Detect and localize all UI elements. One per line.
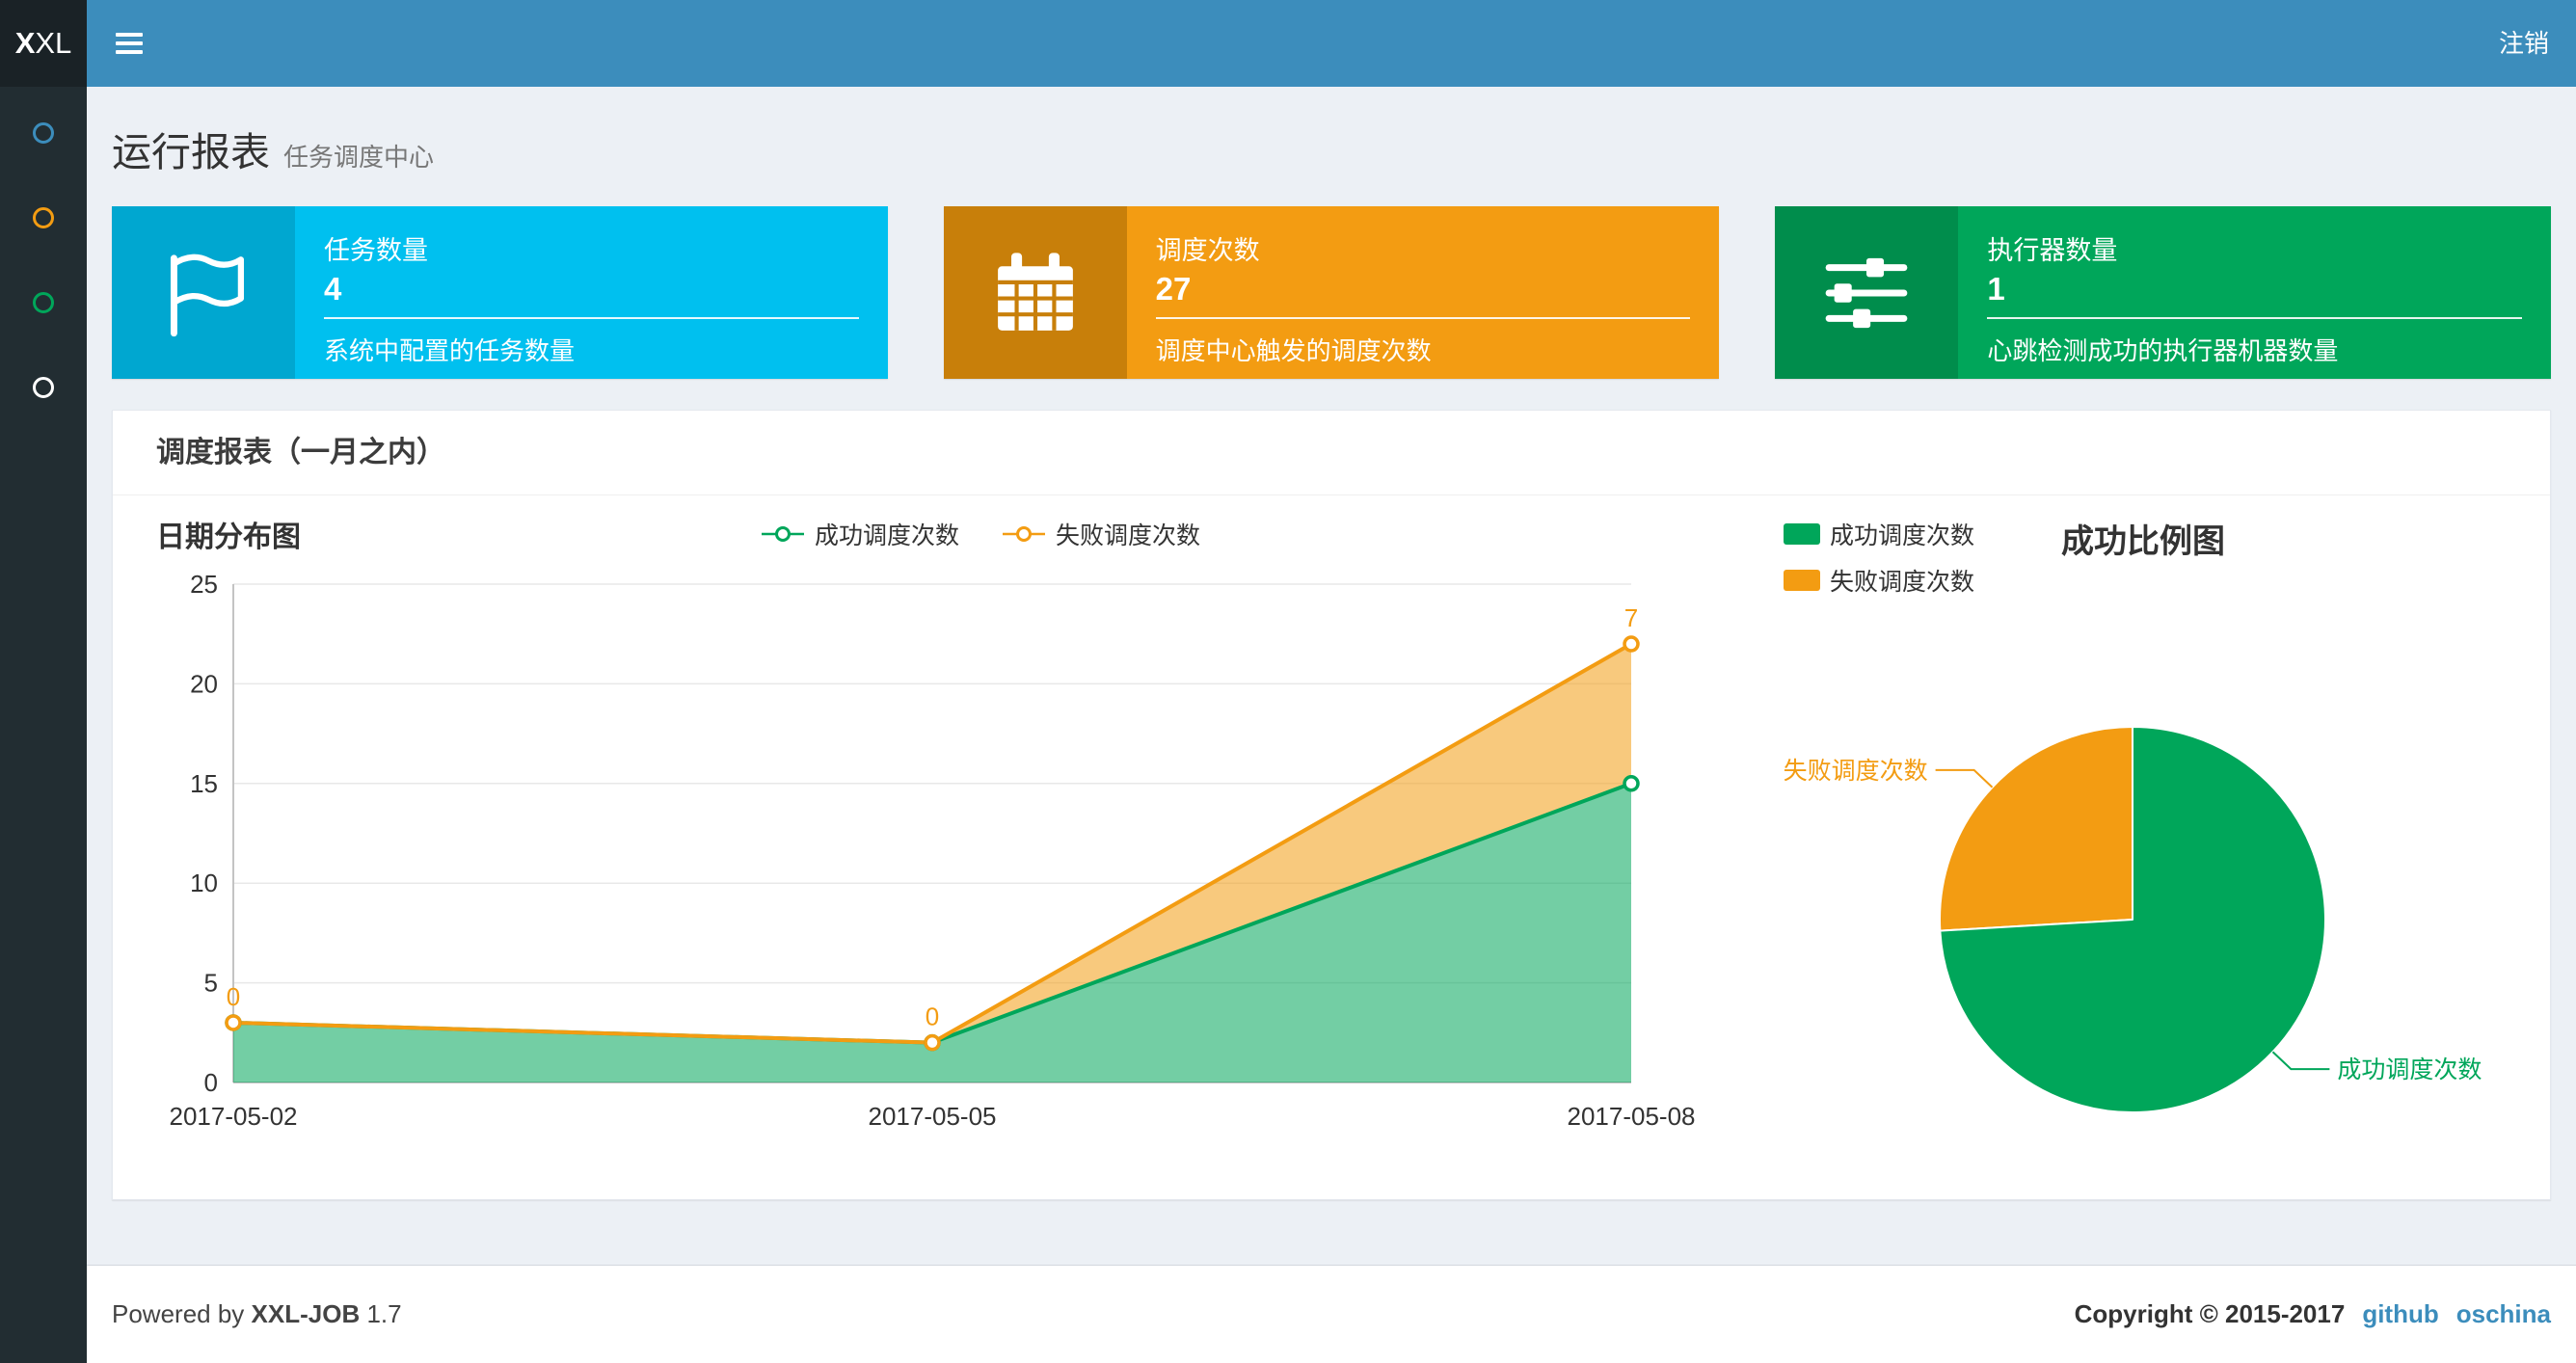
copyright: Copyright © 2015-2017 bbox=[2074, 1299, 2346, 1328]
legend-label: 失败调度次数 bbox=[1056, 522, 1201, 549]
hamburger-icon bbox=[116, 50, 143, 54]
info-box-divider bbox=[1155, 317, 1691, 319]
svg-text:15: 15 bbox=[190, 769, 218, 798]
info-box-row: 任务数量 4 系统中配置的任务数量 调度次数 27 调度中心触发的调度次数 执行… bbox=[87, 206, 2576, 379]
svg-text:2017-05-02: 2017-05-02 bbox=[170, 1102, 298, 1131]
info-box-content: 执行器数量 1 心跳检测成功的执行器机器数量 bbox=[1958, 206, 2551, 379]
svg-text:2017-05-05: 2017-05-05 bbox=[869, 1102, 997, 1131]
svg-text:20: 20 bbox=[190, 669, 218, 698]
info-box-executors: 执行器数量 1 心跳检测成功的执行器机器数量 bbox=[1775, 206, 2552, 379]
pie-legend-item-success[interactable]: 成功调度次数 bbox=[1784, 517, 1974, 551]
info-box-description: 调度中心触发的调度次数 bbox=[1155, 336, 1432, 365]
info-box-description: 系统中配置的任务数量 bbox=[324, 336, 576, 365]
page-subtitle: 任务调度中心 bbox=[283, 143, 435, 172]
legend-item-success[interactable]: 成功调度次数 bbox=[761, 517, 959, 551]
line-chart-title: 日期分布图 bbox=[156, 521, 301, 553]
svg-text:成功调度次数: 成功调度次数 bbox=[2337, 1056, 2482, 1083]
powered-prefix: Powered by bbox=[112, 1299, 245, 1328]
info-box-content: 任务数量 4 系统中配置的任务数量 bbox=[295, 206, 888, 379]
info-box-value: 1 bbox=[1987, 271, 2005, 307]
github-link[interactable]: github bbox=[2362, 1299, 2438, 1329]
legend-label: 成功调度次数 bbox=[814, 522, 959, 549]
panel-body: 日期分布图 成功调度次数 失败调度次数 0 5 10 15 20 25 2017… bbox=[113, 495, 2550, 1199]
logout-link[interactable]: 注销 bbox=[2472, 0, 2576, 87]
svg-text:10: 10 bbox=[190, 869, 218, 897]
info-box-value: 4 bbox=[324, 271, 342, 307]
info-box-title: 调度次数 bbox=[1155, 236, 1260, 265]
copyright-section: Copyright © 2015-2017 github oschina bbox=[2075, 1299, 2551, 1329]
legend-label: 成功调度次数 bbox=[1830, 522, 1975, 549]
legend-label: 失败调度次数 bbox=[1830, 569, 1975, 596]
line-chart-legend: 成功调度次数 失败调度次数 bbox=[301, 517, 1660, 551]
hamburger-icon bbox=[116, 41, 143, 45]
info-box-description: 心跳检测成功的执行器机器数量 bbox=[1987, 336, 2339, 365]
svg-text:失败调度次数: 失败调度次数 bbox=[1784, 758, 1928, 785]
report-panel: 调度报表（一月之内） 日期分布图 成功调度次数 失败调度次数 0 5 10 15… bbox=[112, 410, 2551, 1200]
sidebar-item-circle-icon[interactable] bbox=[33, 207, 54, 228]
svg-text:0: 0 bbox=[227, 982, 240, 1011]
navbar: X XL 注销 bbox=[0, 0, 2576, 87]
svg-text:7: 7 bbox=[1624, 603, 1638, 632]
page-title: 运行报表 bbox=[112, 130, 270, 174]
svg-text:0: 0 bbox=[926, 1002, 939, 1031]
hamburger-icon bbox=[116, 33, 143, 37]
app-logo-bold: X bbox=[14, 26, 36, 60]
app-logo[interactable]: X XL bbox=[0, 0, 87, 87]
line-chart-section: 日期分布图 成功调度次数 失败调度次数 0 5 10 15 20 25 2017… bbox=[156, 515, 1696, 1161]
info-box-divider bbox=[324, 317, 859, 319]
sidebar-menu bbox=[0, 87, 87, 398]
app-name: XXL-JOB bbox=[251, 1299, 361, 1328]
sidebar bbox=[0, 87, 87, 1363]
sliders-icon bbox=[1775, 206, 1959, 379]
page-header: 运行报表 任务调度中心 bbox=[87, 87, 2576, 177]
powered-by: Powered by XXL-JOB 1.7 bbox=[112, 1299, 402, 1329]
line-legend-marker-icon bbox=[761, 526, 804, 542]
panel-header: 调度报表（一月之内） bbox=[113, 411, 2550, 495]
pie-legend-item-fail[interactable]: 失败调度次数 bbox=[1784, 563, 1974, 598]
pie-chart-legend: 成功调度次数 失败调度次数 bbox=[1784, 517, 1974, 598]
main-content: 运行报表 任务调度中心 任务数量 4 系统中配置的任务数量 调度次数 27 调度… bbox=[87, 87, 2576, 1363]
line-legend-marker-icon bbox=[1003, 526, 1045, 542]
info-box-content: 调度次数 27 调度中心触发的调度次数 bbox=[1127, 206, 1720, 379]
panel-title: 调度报表（一月之内） bbox=[156, 437, 445, 468]
line-chart: 05101520252017-05-02 2017-05-05 2017-05-08… bbox=[170, 570, 1696, 1131]
pie-chart-section: 成功调度次数 失败调度次数 成功比例图 失败调度次数 成功调度次数 bbox=[1660, 515, 2521, 1161]
calendar-icon bbox=[943, 206, 1127, 379]
svg-text:0: 0 bbox=[204, 1068, 218, 1097]
menu-toggle-button[interactable] bbox=[87, 0, 172, 87]
pie-chart-title: 成功比例图 bbox=[2061, 523, 2226, 560]
legend-item-fail[interactable]: 失败调度次数 bbox=[1002, 517, 1200, 551]
legend-swatch-icon bbox=[1784, 523, 1820, 545]
svg-text:25: 25 bbox=[190, 570, 218, 599]
sidebar-item-circle-icon[interactable] bbox=[33, 122, 54, 144]
info-box-divider bbox=[1987, 317, 2523, 319]
app-version: 1.7 bbox=[366, 1299, 402, 1328]
info-box-jobs: 任务数量 4 系统中配置的任务数量 bbox=[112, 206, 888, 379]
sidebar-item-circle-icon[interactable] bbox=[33, 377, 54, 398]
legend-swatch-icon bbox=[1784, 570, 1820, 591]
footer: Powered by XXL-JOB 1.7 Copyright © 2015-… bbox=[87, 1265, 2576, 1363]
info-box-value: 27 bbox=[1155, 271, 1192, 307]
info-box-triggers: 调度次数 27 调度中心触发的调度次数 bbox=[943, 206, 1720, 379]
pie-chart: 失败调度次数成功调度次数 bbox=[1784, 726, 2482, 1113]
svg-text:5: 5 bbox=[204, 969, 218, 998]
oschina-link[interactable]: oschina bbox=[2456, 1299, 2551, 1329]
info-box-title: 任务数量 bbox=[324, 236, 428, 265]
sidebar-item-circle-icon[interactable] bbox=[33, 292, 54, 313]
info-box-title: 执行器数量 bbox=[1987, 236, 2118, 265]
app-logo-rest: XL bbox=[35, 26, 72, 60]
flag-icon bbox=[112, 206, 295, 379]
